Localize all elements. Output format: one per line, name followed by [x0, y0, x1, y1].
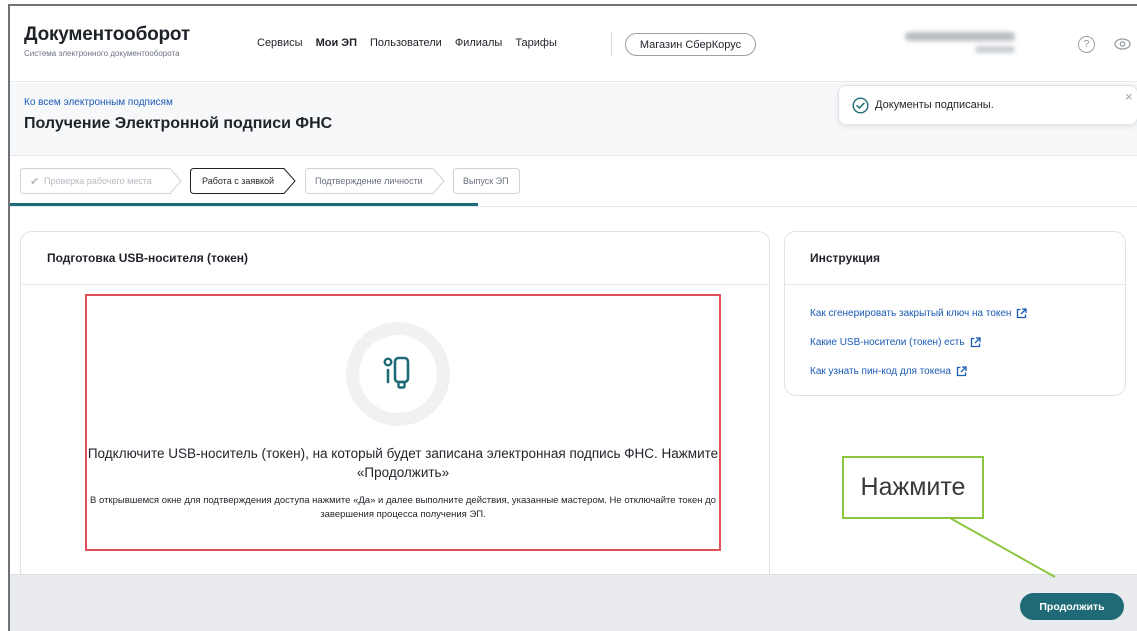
- toast-message: Документы подписаны.: [875, 99, 994, 111]
- instruction-link-pin-code[interactable]: Как узнать пин-код для токена: [810, 366, 967, 377]
- app-logo-title[interactable]: Документооборот: [24, 24, 190, 46]
- step-label: Работа с заявкой: [202, 176, 275, 186]
- success-toast: Документы подписаны. ×: [838, 85, 1137, 125]
- card-header: Подготовка USB-носителя (токен): [21, 232, 769, 285]
- step-label: Выпуск ЭП: [463, 176, 509, 186]
- instruction-title: Инструкция: [810, 251, 881, 265]
- main-nav: Сервисы Мои ЭП Пользователи Филиалы Тари…: [257, 37, 557, 49]
- external-link-icon: [1017, 308, 1028, 319]
- help-icon[interactable]: ?: [1078, 36, 1095, 53]
- nav-item-users[interactable]: Пользователи: [370, 37, 442, 49]
- connect-token-hint: В открывшемся окне для подтверждения дос…: [90, 495, 716, 520]
- nav-item-my-signatures[interactable]: Мои ЭП: [316, 37, 357, 49]
- nav-divider: [611, 32, 612, 56]
- breadcrumb-back-link[interactable]: Ко всем электронным подписям: [24, 97, 173, 108]
- instruction-header: Инструкция: [785, 232, 1125, 285]
- steps-progress-bar: [10, 203, 478, 206]
- step-identity-confirmation[interactable]: Подтверждение личности: [305, 168, 445, 194]
- instruction-link-generate-key[interactable]: Как сгенерировать закрытый ключ на токен: [810, 308, 1028, 319]
- link-label: Как узнать пин-код для токена: [810, 366, 951, 377]
- app-logo-subtitle: Система электронного документооборота: [24, 49, 180, 58]
- connect-token-message: Подключите USB-носитель (токен), на кото…: [87, 446, 719, 480]
- close-icon[interactable]: ×: [1125, 89, 1133, 104]
- step-application[interactable]: Работа с заявкой: [190, 168, 296, 194]
- user-org-blurred: [975, 46, 1015, 53]
- wizard-steps: ✔ Проверка рабочего места Работа с заявк…: [10, 157, 1137, 207]
- user-name-blurred: [905, 32, 1015, 41]
- check-circle-icon: [852, 97, 869, 114]
- card-title: Подготовка USB-носителя (токен): [47, 251, 249, 265]
- instruction-card: Инструкция Как сгенерировать закрытый кл…: [784, 231, 1126, 396]
- annotation-callout: Нажмите: [842, 456, 984, 519]
- nav-item-tariffs[interactable]: Тарифы: [515, 37, 557, 49]
- external-link-icon: [956, 366, 967, 377]
- step-label: Проверка рабочего места: [44, 176, 152, 186]
- eye-icon[interactable]: [1114, 37, 1131, 51]
- page-title: Получение Электронной подписи ФНС: [24, 115, 333, 132]
- link-label: Какие USB-носители (токен) есть: [810, 337, 965, 348]
- usb-icon-badge: [346, 322, 450, 426]
- footer-bar: [10, 574, 1137, 631]
- nav-item-services[interactable]: Сервисы: [257, 37, 303, 49]
- step-issue-signature[interactable]: Выпуск ЭП: [453, 168, 520, 194]
- top-header: Документооборот Система электронного док…: [10, 6, 1137, 82]
- step-label: Подтверждение личности: [315, 176, 423, 186]
- user-account-menu[interactable]: [895, 30, 1035, 60]
- shop-button[interactable]: Магазин СберКорус: [625, 33, 756, 56]
- instruction-link-usb-types[interactable]: Какие USB-носители (токен) есть: [810, 337, 981, 348]
- app-window: Документооборот Система электронного док…: [8, 4, 1137, 631]
- continue-button[interactable]: Продолжить: [1020, 593, 1124, 620]
- link-label: Как сгенерировать закрытый ключ на токен: [810, 308, 1012, 319]
- nav-item-branches[interactable]: Филиалы: [455, 37, 503, 49]
- external-link-icon: [970, 337, 981, 348]
- step-workplace-check[interactable]: ✔ Проверка рабочего места: [20, 168, 182, 194]
- usb-token-icon: [383, 356, 410, 389]
